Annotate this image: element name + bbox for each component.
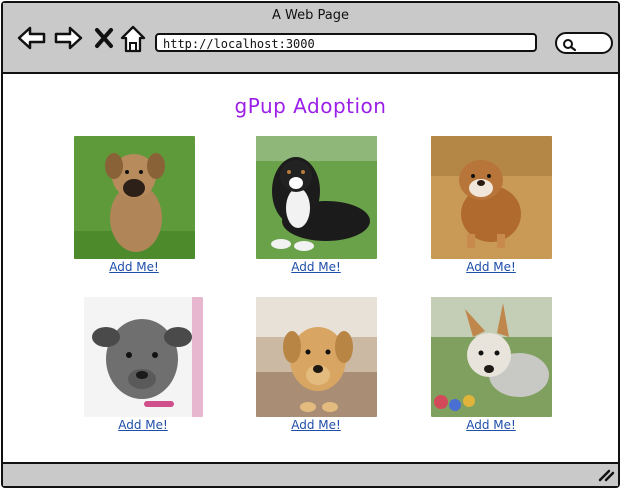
add-me-link[interactable]: Add Me! — [466, 418, 516, 432]
stop-icon[interactable] — [94, 25, 114, 51]
browser-window: A Web Page http://localhost:3000 gPup Ad… — [1, 1, 620, 488]
add-me-link[interactable]: Add Me! — [291, 260, 341, 274]
pup-card: Add Me! — [430, 297, 552, 432]
address-bar[interactable]: http://localhost:3000 — [155, 33, 537, 52]
back-arrow-icon[interactable] — [17, 25, 47, 51]
pup-card: Add Me! — [430, 136, 552, 274]
search-icon — [563, 39, 577, 52]
window-title: A Web Page — [272, 8, 349, 23]
add-me-link[interactable]: Add Me! — [291, 418, 341, 432]
pup-card: Add Me! — [73, 136, 195, 274]
add-me-link[interactable]: Add Me! — [118, 418, 168, 432]
pup-card: Add Me! — [83, 297, 203, 432]
add-me-link[interactable]: Add Me! — [466, 260, 516, 274]
browser-toolbar: A Web Page http://localhost:3000 — [3, 3, 618, 74]
status-bar — [3, 462, 618, 486]
puppy-photo — [83, 297, 203, 417]
pup-card: Add Me! — [255, 297, 377, 432]
page-content: gPup Adoption Add Me! Add Me! Add Me! Ad… — [3, 74, 618, 464]
page-title: gPup Adoption — [234, 94, 387, 118]
home-icon[interactable] — [120, 25, 146, 53]
search-field[interactable] — [555, 32, 613, 54]
add-me-link[interactable]: Add Me! — [109, 260, 159, 274]
pup-card: Add Me! — [255, 136, 377, 274]
forward-arrow-icon[interactable] — [53, 25, 83, 51]
puppy-photo — [430, 297, 552, 417]
puppy-photo — [430, 136, 552, 259]
resize-grip-icon[interactable] — [597, 468, 615, 482]
puppy-photo — [255, 136, 377, 259]
puppy-photo — [73, 136, 195, 259]
puppy-photo — [255, 297, 377, 417]
